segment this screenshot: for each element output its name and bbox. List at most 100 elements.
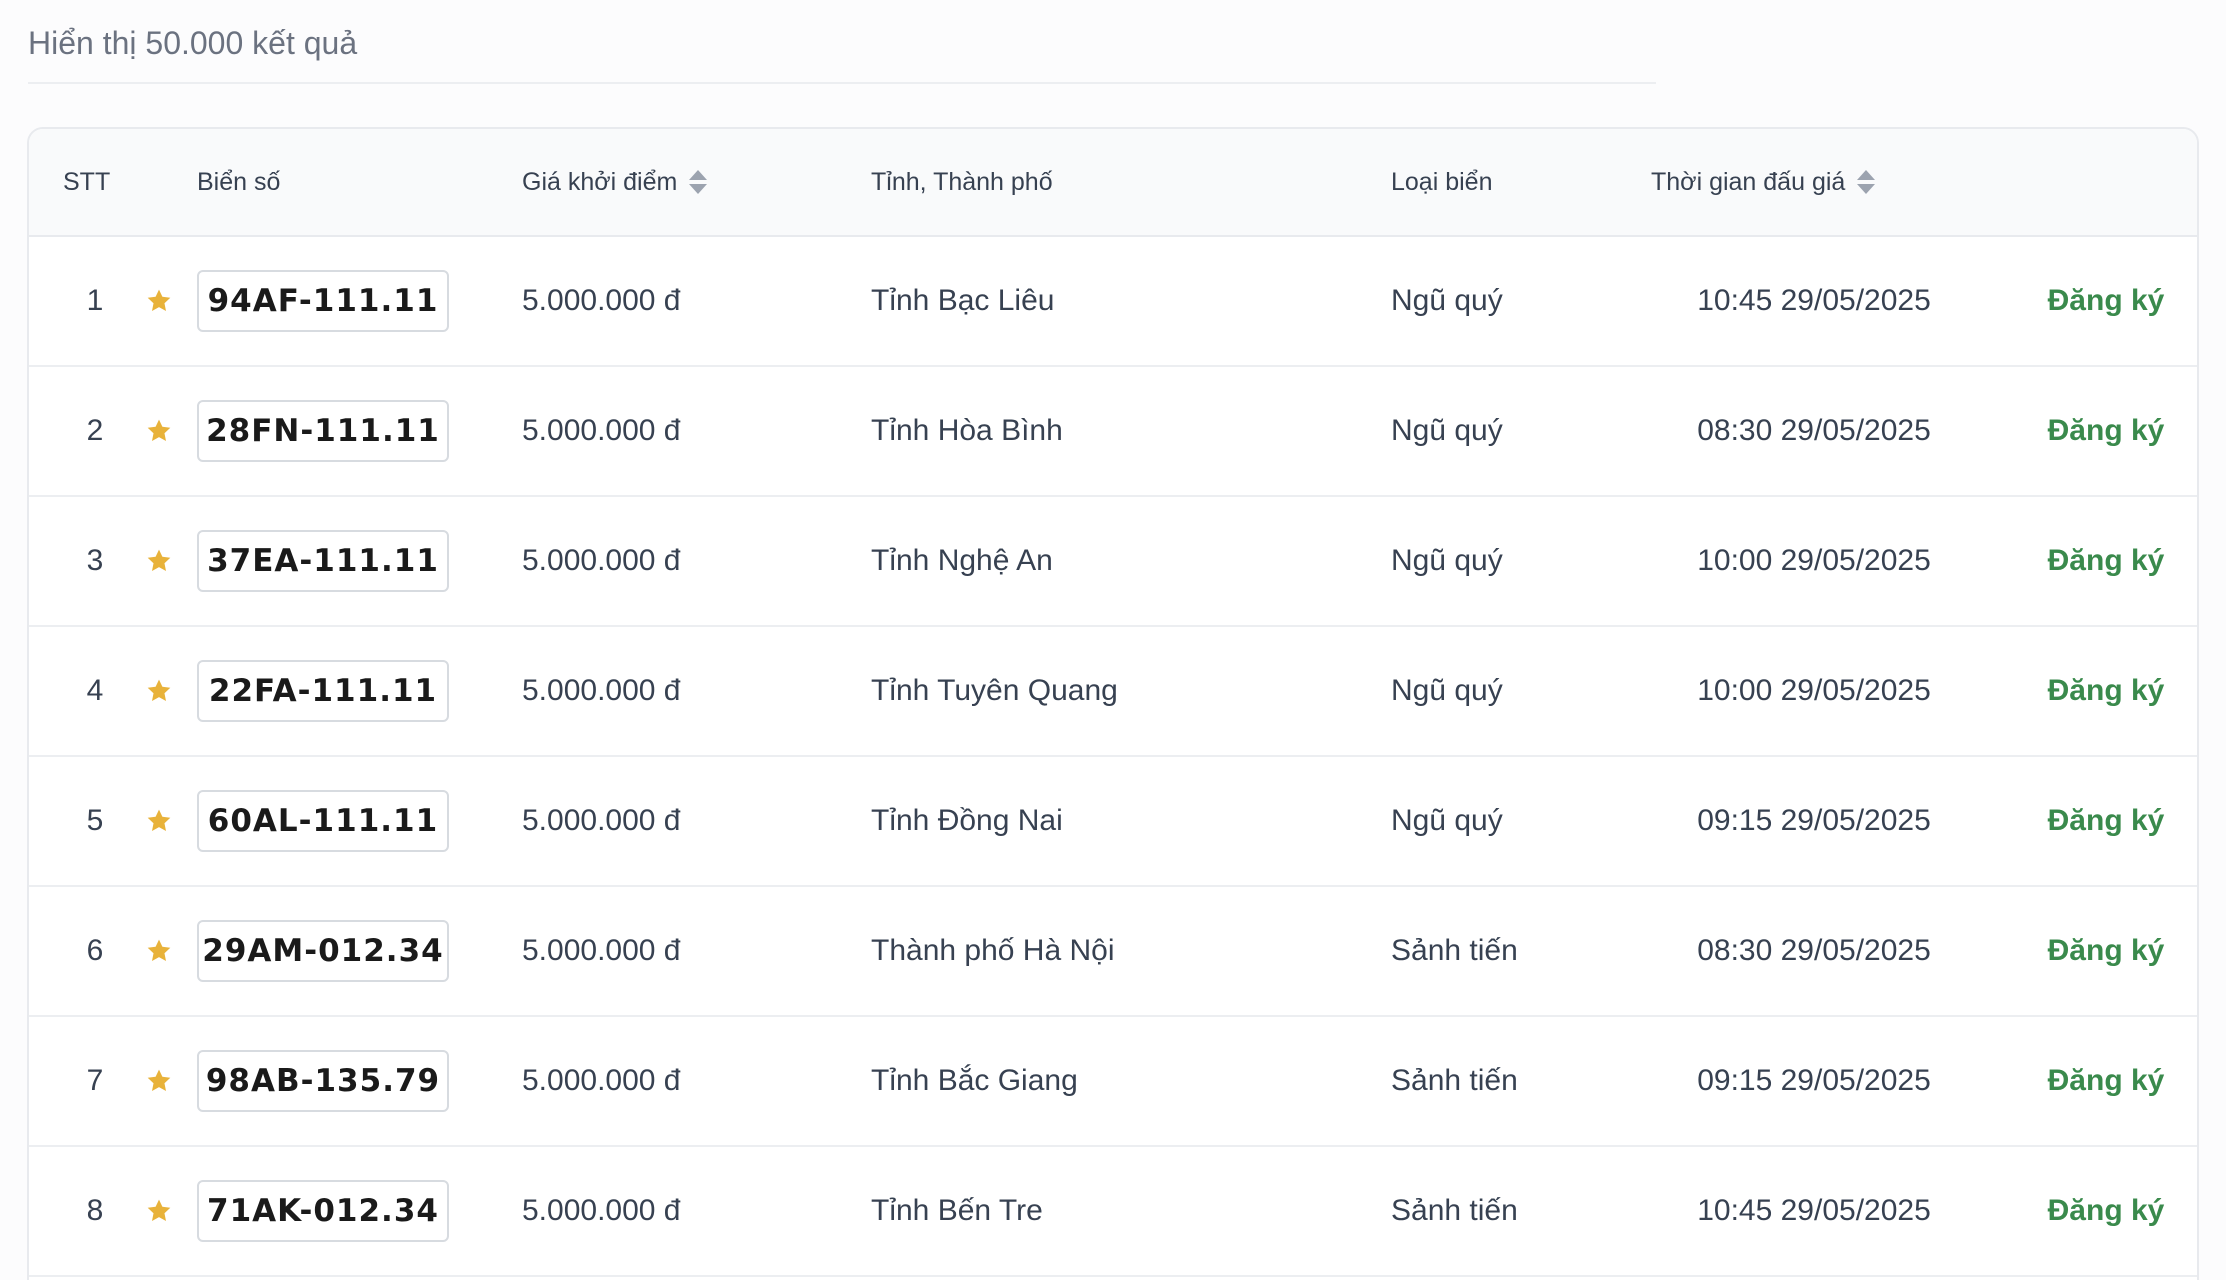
register-cell: Đăng ký [2021, 887, 2191, 1015]
favorite-toggle[interactable] [137, 887, 181, 1015]
province: Tỉnh Bến Tre [871, 1147, 1043, 1275]
license-plate[interactable]: 71AK-012.34 [197, 1180, 449, 1242]
auction-time: 08:30 29/05/2025 [1659, 887, 1969, 1015]
register-link[interactable]: Đăng ký [2048, 674, 2165, 708]
province-value: Tỉnh Đồng Nai [871, 804, 1063, 837]
register-cell: Đăng ký [2021, 497, 2191, 625]
sort-icon[interactable] [689, 170, 708, 194]
plate-type-value: Ngũ quý [1391, 544, 1503, 577]
plate-type-value: Ngũ quý [1391, 674, 1503, 707]
row-index-value: 7 [86, 1064, 104, 1097]
auction-time-value: 08:30 29/05/2025 [1697, 934, 1931, 967]
header-province: Tỉnh, Thành phố [871, 129, 1053, 235]
row-index: 6 [75, 887, 115, 1015]
auction-time-value: 09:15 29/05/2025 [1697, 804, 1931, 837]
license-plate[interactable]: 94AF-111.11 [197, 270, 449, 332]
starting-price: 5.000.000 đ [522, 497, 680, 625]
favorite-toggle[interactable] [137, 237, 181, 365]
table-row: 7 98AB-135.79 5.000.000 đ Tỉnh Bắc Giang… [29, 1017, 2197, 1147]
favorite-toggle[interactable] [137, 497, 181, 625]
row-index: 4 [75, 627, 115, 755]
auction-page: Hiển thị 50.000 kết quả STT Biển số Giá … [0, 0, 2226, 1280]
province: Tỉnh Hòa Bình [871, 367, 1063, 495]
header-type: Loại biển [1391, 129, 1492, 235]
register-cell: Đăng ký [2021, 627, 2191, 755]
row-index: 1 [75, 237, 115, 365]
star-icon[interactable] [145, 1197, 173, 1225]
plate-type: Ngũ quý [1391, 627, 1503, 755]
auction-time-value: 10:00 29/05/2025 [1697, 674, 1931, 707]
province: Tỉnh Bạc Liêu [871, 237, 1054, 365]
register-link[interactable]: Đăng ký [2048, 804, 2165, 838]
favorite-toggle[interactable] [137, 1147, 181, 1275]
auction-time-value: 10:45 29/05/2025 [1697, 1194, 1931, 1227]
row-index: 7 [75, 1017, 115, 1145]
starting-price-value: 5.000.000 đ [522, 414, 681, 447]
plate-type-value: Sảnh tiến [1391, 934, 1518, 967]
row-index-value: 3 [86, 544, 104, 577]
register-link[interactable]: Đăng ký [2048, 934, 2165, 968]
favorite-toggle[interactable] [137, 757, 181, 885]
plate-type-value: Ngũ quý [1391, 414, 1503, 447]
license-plate[interactable]: 98AB-135.79 [197, 1050, 449, 1112]
row-index: 8 [75, 1147, 115, 1275]
plate-type-value: Sảnh tiến [1391, 1194, 1518, 1227]
register-cell: Đăng ký [2021, 1017, 2191, 1145]
table-header: STT Biển số Giá khởi điểm Tỉnh, Thành ph… [29, 129, 2197, 237]
row-index-value: 4 [86, 674, 104, 707]
header-price-label: Giá khởi điểm [522, 167, 678, 196]
plates-table: STT Biển số Giá khởi điểm Tỉnh, Thành ph… [27, 127, 2199, 1280]
favorite-toggle[interactable] [137, 627, 181, 755]
license-plate[interactable]: 22FA-111.11 [197, 660, 449, 722]
register-link[interactable]: Đăng ký [2048, 1194, 2165, 1228]
table-body: 1 94AF-111.11 5.000.000 đ Tỉnh Bạc Liêu … [29, 237, 2197, 1277]
header-time-sort[interactable]: Thời gian đấu giá [1651, 129, 1876, 235]
auction-time: 10:45 29/05/2025 [1659, 237, 1969, 365]
plate-type: Ngũ quý [1391, 757, 1503, 885]
auction-time: 09:15 29/05/2025 [1659, 1017, 1969, 1145]
license-plate[interactable]: 29AM-012.34 [197, 920, 449, 982]
province-value: Tỉnh Bắc Giang [871, 1064, 1078, 1097]
plate-cell: 60AL-111.11 [197, 757, 449, 885]
starting-price-value: 5.000.000 đ [522, 1194, 681, 1227]
star-icon[interactable] [145, 807, 173, 835]
star-icon[interactable] [145, 287, 173, 315]
row-index: 5 [75, 757, 115, 885]
starting-price: 5.000.000 đ [522, 627, 680, 755]
header-price-sort[interactable]: Giá khởi điểm [522, 129, 708, 235]
province-value: Tỉnh Bến Tre [871, 1194, 1043, 1227]
plate-cell: 22FA-111.11 [197, 627, 449, 755]
table-row: 1 94AF-111.11 5.000.000 đ Tỉnh Bạc Liêu … [29, 237, 2197, 367]
favorite-toggle[interactable] [137, 367, 181, 495]
starting-price: 5.000.000 đ [522, 1147, 680, 1275]
table-row: 3 37EA-111.11 5.000.000 đ Tỉnh Nghệ An N… [29, 497, 2197, 627]
star-icon[interactable] [145, 547, 173, 575]
star-icon[interactable] [145, 417, 173, 445]
sort-icon[interactable] [1857, 170, 1876, 194]
starting-price: 5.000.000 đ [522, 237, 680, 365]
license-plate[interactable]: 37EA-111.11 [197, 530, 449, 592]
province: Tỉnh Nghệ An [871, 497, 1053, 625]
star-icon[interactable] [145, 677, 173, 705]
plate-type: Ngũ quý [1391, 497, 1503, 625]
plate-type: Sảnh tiến [1391, 1147, 1518, 1275]
header-index-label: STT [63, 167, 111, 196]
register-link[interactable]: Đăng ký [2048, 1064, 2165, 1098]
register-link[interactable]: Đăng ký [2048, 414, 2165, 448]
row-index: 3 [75, 497, 115, 625]
license-plate[interactable]: 28FN-111.11 [197, 400, 449, 462]
favorite-toggle[interactable] [137, 1017, 181, 1145]
plate-cell: 94AF-111.11 [197, 237, 449, 365]
plate-cell: 37EA-111.11 [197, 497, 449, 625]
starting-price-value: 5.000.000 đ [522, 804, 681, 837]
province: Tỉnh Tuyên Quang [871, 627, 1118, 755]
plate-cell: 71AK-012.34 [197, 1147, 449, 1275]
license-plate[interactable]: 60AL-111.11 [197, 790, 449, 852]
province-value: Tỉnh Nghệ An [871, 544, 1053, 577]
register-link[interactable]: Đăng ký [2048, 284, 2165, 318]
star-icon[interactable] [145, 937, 173, 965]
register-link[interactable]: Đăng ký [2048, 544, 2165, 578]
star-icon[interactable] [145, 1067, 173, 1095]
auction-time-value: 08:30 29/05/2025 [1697, 414, 1931, 447]
row-index-value: 8 [86, 1194, 104, 1227]
